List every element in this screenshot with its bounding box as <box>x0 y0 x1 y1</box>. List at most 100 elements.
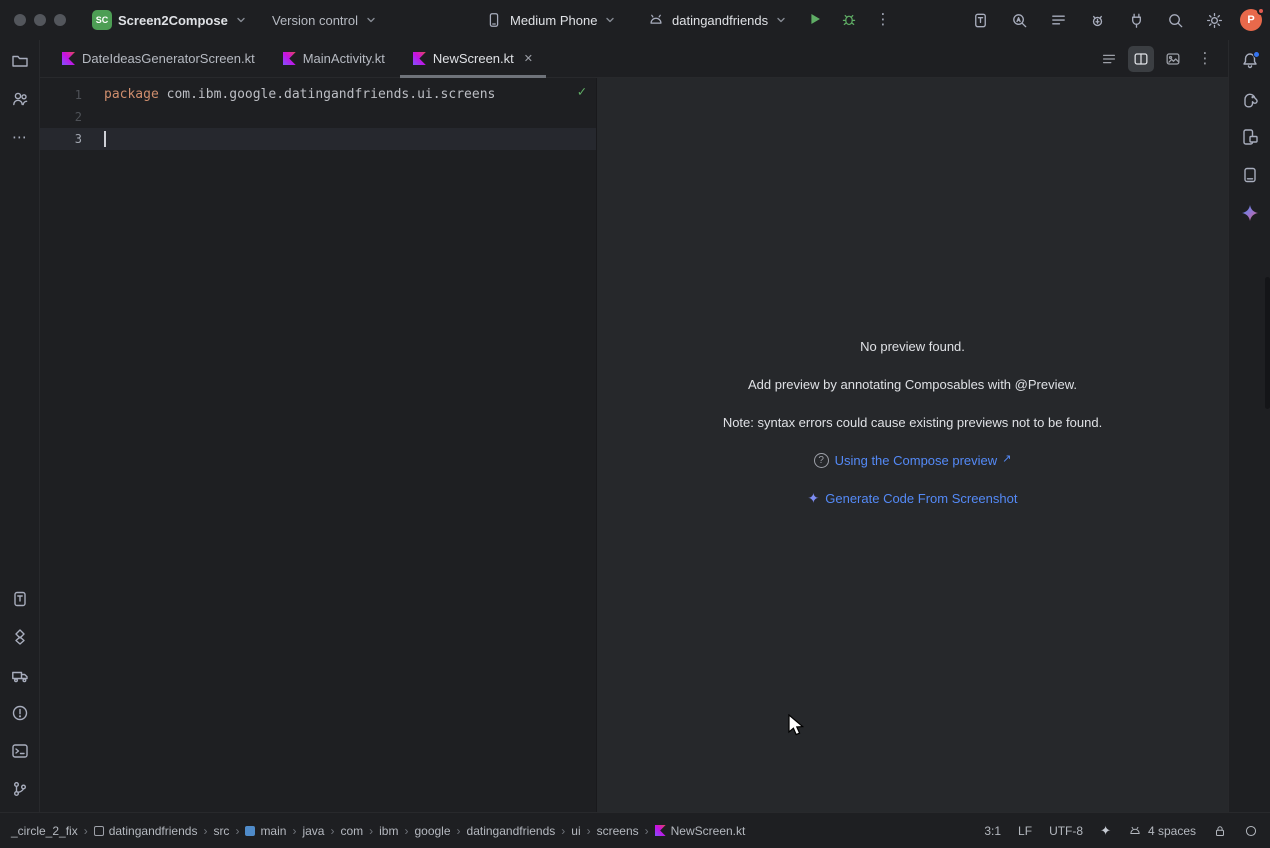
generate-code-link-row: ✦ Generate Code From Screenshot <box>808 488 1018 508</box>
breadcrumb[interactable]: screens <box>594 824 642 838</box>
problems-tool-button[interactable] <box>7 700 33 726</box>
device-mirror-button[interactable] <box>967 7 993 33</box>
chevron-down-icon <box>235 14 247 26</box>
write-access-lock-icon[interactable] <box>1213 824 1227 838</box>
project-widget[interactable]: SC Screen2Compose <box>84 6 255 34</box>
project-name: Screen2Compose <box>118 13 228 28</box>
tab-mainactivity[interactable]: MainActivity.kt <box>269 40 399 77</box>
breadcrumb-separator: › <box>83 824 89 838</box>
breadcrumb[interactable]: main <box>242 824 289 838</box>
breadcrumb-separator: › <box>234 824 240 838</box>
external-link-icon: ↗ <box>1002 452 1011 465</box>
close-window-button[interactable] <box>14 14 26 26</box>
editor-column: DateIdeasGeneratorScreen.kt MainActivity… <box>40 40 1228 812</box>
line-separator-widget[interactable]: LF <box>1018 824 1032 838</box>
encoding-widget[interactable]: UTF-8 <box>1049 824 1083 838</box>
tab-label: DateIdeasGeneratorScreen.kt <box>82 51 255 66</box>
breadcrumb[interactable]: datingandfriends <box>91 824 201 838</box>
line-number: 1 <box>40 84 104 106</box>
code-line[interactable]: 2 <box>40 106 596 128</box>
notification-badge <box>1253 51 1260 58</box>
breadcrumb-separator: › <box>329 824 335 838</box>
scrollbar-thumb[interactable] <box>1265 277 1270 409</box>
device-selector[interactable]: Medium Phone <box>476 6 624 34</box>
code-text <box>104 128 106 150</box>
gemini-tool-button[interactable] <box>1237 200 1263 226</box>
preview-title: No preview found. <box>860 336 965 356</box>
breadcrumb[interactable]: _circle_2_fix <box>8 824 81 838</box>
running-devices-tool-button[interactable] <box>7 586 33 612</box>
android-icon <box>1128 824 1142 838</box>
code-line[interactable]: 1 package com.ibm.google.datingandfriend… <box>40 84 596 106</box>
breadcrumb-separator: › <box>368 824 374 838</box>
run-configuration-label: datingandfriends <box>672 13 768 28</box>
breadcrumb-current-file[interactable]: NewScreen.kt <box>652 824 749 838</box>
notifications-button[interactable] <box>1237 48 1263 74</box>
preview-note: Note: syntax errors could cause existing… <box>723 412 1102 432</box>
profiler-button[interactable] <box>1006 7 1032 33</box>
indicator-circle-icon[interactable] <box>1244 824 1258 838</box>
project-icon: SC <box>92 10 112 30</box>
avatar-initial: P <box>1247 14 1254 26</box>
more-vertical-icon: ⋮ <box>1198 51 1213 66</box>
settings-button[interactable] <box>1201 7 1227 33</box>
more-actions-button[interactable]: ⋮ <box>870 6 896 32</box>
build-variants-tool-button[interactable] <box>7 624 33 650</box>
breadcrumb[interactable]: datingandfriends <box>464 824 559 838</box>
user-avatar[interactable]: P <box>1240 9 1262 31</box>
generate-code-link[interactable]: Generate Code From Screenshot <box>825 491 1017 506</box>
breadcrumb[interactable]: ibm <box>376 824 401 838</box>
close-tab-icon[interactable]: ✕ <box>524 52 533 65</box>
device-manager-tool-button[interactable] <box>1237 162 1263 188</box>
editor-tab-bar: DateIdeasGeneratorScreen.kt MainActivity… <box>40 40 1228 78</box>
help-icon[interactable]: ? <box>814 453 829 468</box>
more-tool-windows-button[interactable]: ⋯ <box>7 124 33 150</box>
people-tool-button[interactable] <box>7 86 33 112</box>
breadcrumb[interactable]: java <box>299 824 327 838</box>
breadcrumb[interactable]: src <box>210 824 232 838</box>
code-editor[interactable]: 1 package com.ibm.google.datingandfriend… <box>40 78 596 812</box>
caret-position-widget[interactable]: 3:1 <box>984 824 1001 838</box>
chevron-down-icon <box>775 14 787 26</box>
terminal-tool-button[interactable] <box>7 738 33 764</box>
project-tool-button[interactable] <box>7 48 33 74</box>
text-caret <box>104 131 106 147</box>
version-control-widget[interactable]: Version control <box>264 6 385 34</box>
design-view-button[interactable] <box>1160 46 1186 72</box>
breadcrumb-separator: › <box>560 824 566 838</box>
app-insights-button[interactable] <box>1084 7 1110 33</box>
ai-sparkle-icon[interactable]: ✦ <box>1100 823 1111 839</box>
zoom-window-button[interactable] <box>54 14 66 26</box>
gradle-tool-button[interactable] <box>1237 86 1263 112</box>
code-line-caret[interactable]: 3 <box>40 128 596 150</box>
version-control-label: Version control <box>272 13 358 28</box>
search-button[interactable] <box>1162 7 1188 33</box>
version-control-tool-button[interactable] <box>7 776 33 802</box>
kotlin-file-icon <box>283 52 296 65</box>
compose-preview-doc-link[interactable]: Using the Compose preview <box>835 453 998 468</box>
inspection-ok-icon[interactable]: ✓ <box>578 84 586 100</box>
run-configuration-selector[interactable]: datingandfriends <box>638 6 795 34</box>
logcat-button[interactable] <box>1045 7 1071 33</box>
debug-button[interactable] <box>836 6 862 32</box>
minimize-window-button[interactable] <box>34 14 46 26</box>
split-view-button[interactable] <box>1128 46 1154 72</box>
plugin-button[interactable] <box>1123 7 1149 33</box>
indent-widget[interactable]: 4 spaces <box>1128 824 1196 838</box>
breadcrumb[interactable]: com <box>337 824 366 838</box>
device-selector-label: Medium Phone <box>510 13 597 28</box>
tab-newscreen[interactable]: NewScreen.kt ✕ <box>399 40 547 77</box>
titlebar: SC Screen2Compose Version control Medium… <box>0 0 1270 40</box>
notification-dot <box>1257 7 1265 15</box>
preview-hint: Add preview by annotating Composables wi… <box>748 374 1077 394</box>
code-view-button[interactable] <box>1096 46 1122 72</box>
breadcrumb[interactable]: ui <box>568 824 583 838</box>
app-module-icon <box>646 10 666 30</box>
tab-bar-more-button[interactable]: ⋮ <box>1192 46 1218 72</box>
breadcrumb[interactable]: google <box>411 824 453 838</box>
phone-icon <box>484 10 504 30</box>
device-explorer-tool-button[interactable] <box>1237 124 1263 150</box>
tab-dateideasgeneratorscreen[interactable]: DateIdeasGeneratorScreen.kt <box>48 40 269 77</box>
run-button[interactable] <box>802 6 828 32</box>
truck-tool-button[interactable] <box>7 662 33 688</box>
